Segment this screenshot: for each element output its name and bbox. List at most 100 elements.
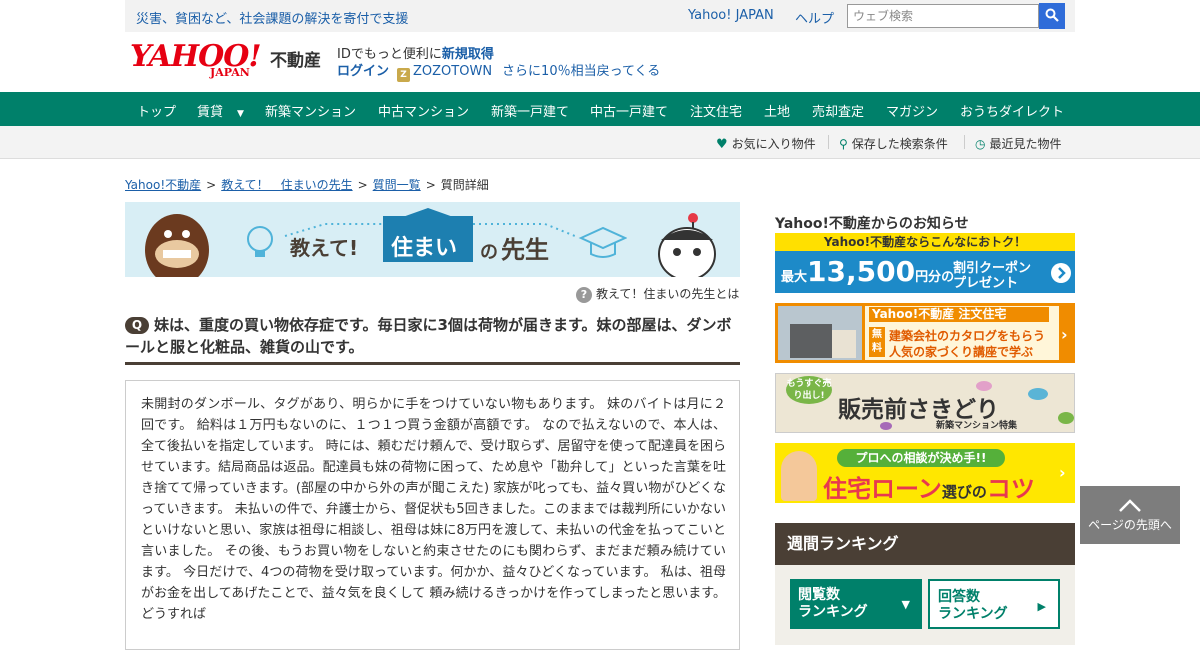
logo-fudosan-text: 不動産 [270,51,321,71]
web-search-input[interactable] [847,4,1039,28]
divider [964,135,965,149]
banner-sumai-text: 住まい [391,236,458,261]
nav-custom-house[interactable]: 注文住宅 [690,101,742,120]
top-utility-bar-inner: 災害、貧困など、社会課題の解決を寄付で支援 Yahoo! JAPAN ヘルプ [125,0,1075,32]
custom-house-ad-banner[interactable]: Yahoo!不動産 注文住宅 無料 建築会社のカタログをもらう 人気の家づくり講… [775,303,1075,363]
recent-viewed-link[interactable]: ◷ 最近見た物件 [975,135,1062,152]
nav-top[interactable]: トップ [137,101,176,120]
coupon-ad-banner[interactable]: Yahoo!不動産ならこんなにおトク！ 最大13,500円分の 割引クーポン プレ… [775,233,1075,293]
presale-ad-banner[interactable]: もうすぐ売り出し! 販売前さきどり 新築マンション特集 [775,373,1075,433]
caret-down-icon: ▼ [237,109,244,119]
nav-new-mansion[interactable]: 新築マンション [265,101,356,120]
sidebar-news-title: Yahoo!不動産からのお知らせ [775,216,969,232]
presale-ad-sub: 新築マンション特集 [936,421,1018,431]
nav-land[interactable]: 土地 [764,101,790,120]
coupon-ad-line1: 割引クーポン [953,261,1032,276]
zozotown-link[interactable]: ZOZOTOWN [413,64,492,79]
loan-ad-main1: 住宅ローン [823,475,942,503]
nav-used-house[interactable]: 中古一戸建て [590,101,668,120]
yahoo-japan-link[interactable]: Yahoo! JAPAN [688,8,774,23]
tab-answers-line1: 回答数 [938,589,980,605]
nav-appraisal[interactable]: 売却査定 [812,101,864,120]
loan-ad-main3: の [971,483,987,501]
banner-oshiete-text: 教えて! [290,236,359,260]
back-to-top-button[interactable]: ページの先頭へ [1080,486,1180,544]
chevron-right-icon [1051,263,1071,283]
question-body-text: 未開封のダンボール、タグがあり、明らかに手をつけていない物もあります。 妹のバイ… [141,397,726,622]
breadcrumb: Yahoo!不動産 > 教えて！ 住まいの先生 > 質問一覧 > 質問詳細 [125,176,489,193]
heart-icon: ♥ [716,137,728,152]
custom-house-ad-free: 無料 [869,327,885,357]
house-shape [832,330,856,358]
saved-search-icon: ⚲ [839,137,848,151]
chevron-right-icon: › [1059,463,1066,482]
coupon-ad-max: 最大 [781,270,808,285]
breadcrumb-sumai-sensei[interactable]: 教えて！ 住まいの先生 [221,178,352,192]
about-label: 教えて！住まいの先生とは [596,287,740,301]
yahoo-fudosan-logo[interactable]: YAHOO! JAPAN 不動産 [130,42,321,80]
zozo-bonus-link[interactable]: さらに10％相当戻ってくる [502,64,660,79]
logo-japan-text: JAPAN [210,66,250,79]
banner-sensei-label: 先生 [501,236,549,264]
mascot-robot-icon [658,213,716,277]
banner-no-text: の [480,242,498,263]
breadcrumb-question-list[interactable]: 質問一覧 [373,178,421,192]
coupon-ad-text: 割引クーポン プレゼント [953,261,1031,291]
weekly-ranking-body: 閲覧数 ランキング ▼ 回答数 ランキング ▶ [775,565,1075,645]
favorites-label: お気に入り物件 [731,137,816,151]
banner-sensei-text: の先生 [480,230,549,265]
coupon-ad-number: 13,500 [807,255,916,288]
about-sumai-sensei-link[interactable]: ? 教えて！住まいの先生とは [576,285,739,303]
caret-down-icon: ▼ [901,598,910,611]
help-link[interactable]: ヘルプ [795,8,834,27]
sumai-sensei-banner[interactable]: 教えて! 住まい の先生 [125,202,740,277]
tab-views-line2: ランキング [798,604,868,620]
divider [828,135,829,149]
nav-used-mansion[interactable]: 中古マンション [378,101,469,120]
advisor-illustration [781,451,817,501]
custom-house-ad-head: Yahoo!不動産 注文住宅 [869,307,1049,322]
breadcrumb-yahoo-fudosan[interactable]: Yahoo!不動産 [125,178,201,192]
top-utility-bar: 災害、貧困など、社会課題の解決を寄付で支援 Yahoo! JAPAN ヘルプ [0,0,1200,32]
breadcrumb-current: 質問詳細 [440,178,489,192]
tab-answers-ranking[interactable]: 回答数 ランキング ▶ [928,579,1060,629]
search-button[interactable] [1039,3,1065,29]
breadcrumb-separator: > [206,178,217,192]
house-shape [790,324,832,358]
question-body-box: 未開封のダンボール、タグがあり、明らかに手をつけていない物もあります。 妹のバイ… [125,380,740,650]
user-subbar: ♥ お気に入り物件 ⚲ 保存した検索条件 ◷ 最近見た物件 [0,126,1200,159]
favorites-link[interactable]: ♥ お気に入り物件 [716,135,816,152]
nav-rent[interactable]: 賃貸 ▼ [197,101,244,120]
graduation-cap-icon [578,226,627,258]
nav-new-house[interactable]: 新築一戸建て [491,101,569,120]
loan-ad-main: 住宅ローン選びのコツ [823,469,1035,503]
question-title-text: 妹は、重度の買い物依存症です。毎日家に3個は荷物が届きます。妹の部屋は、ダンボー… [125,316,732,356]
coupon-ad-top: Yahoo!不動産ならこんなにおトク！ [775,233,1075,251]
loan-ad-banner[interactable]: プロへの相談が決め手!! 住宅ローン選びのコツ › [775,443,1075,503]
question-title: Q 妹は、重度の買い物依存症です。毎日家に3個は荷物が届きます。妹の部屋は、ダンボ… [125,314,740,358]
nav-rent-label: 賃貸 [197,105,224,120]
question-circle-icon: ? [576,287,592,303]
search-icon [1045,8,1059,22]
tab-views-ranking[interactable]: 閲覧数 ランキング ▼ [790,579,922,629]
custom-house-ad-line2: 人気の家づくり講座で学ぶ [889,345,1034,359]
saved-search-link[interactable]: ⚲ 保存した検索条件 [839,135,948,152]
main-nav: トップ 賃貸 ▼ 新築マンション 中古マンション 新築一戸建て 中古一戸建て 注文… [0,92,1200,126]
breadcrumb-separator: > [357,178,368,192]
custom-house-ad-line1: 建築会社のカタログをもらう [889,329,1046,343]
saved-search-label: 保存した検索条件 [851,137,948,151]
coupon-ad-unit: 円分の [915,270,955,285]
caret-right-icon: ▶ [1037,600,1046,613]
weekly-ranking-title: 週間ランキング [775,523,1075,565]
loan-ad-green: プロへの相談が決め手!! [837,449,1005,467]
breadcrumb-separator: > [425,178,436,192]
nav-magazine[interactable]: マガジン [886,101,938,120]
tab-views-line1: 閲覧数 [798,587,840,603]
zozo-icon: Z [397,68,411,82]
login-link[interactable]: ログイン [337,64,389,79]
nav-ouchi-direct[interactable]: おうちダイレクト [960,101,1064,120]
coupon-ad-line2: プレゼント [953,276,1019,291]
coupon-ad-amount: 最大13,500円分の [781,255,954,293]
title-underline [125,362,740,365]
donation-link[interactable]: 災害、貧困など、社会課題の解決を寄付で支援 [136,8,408,27]
